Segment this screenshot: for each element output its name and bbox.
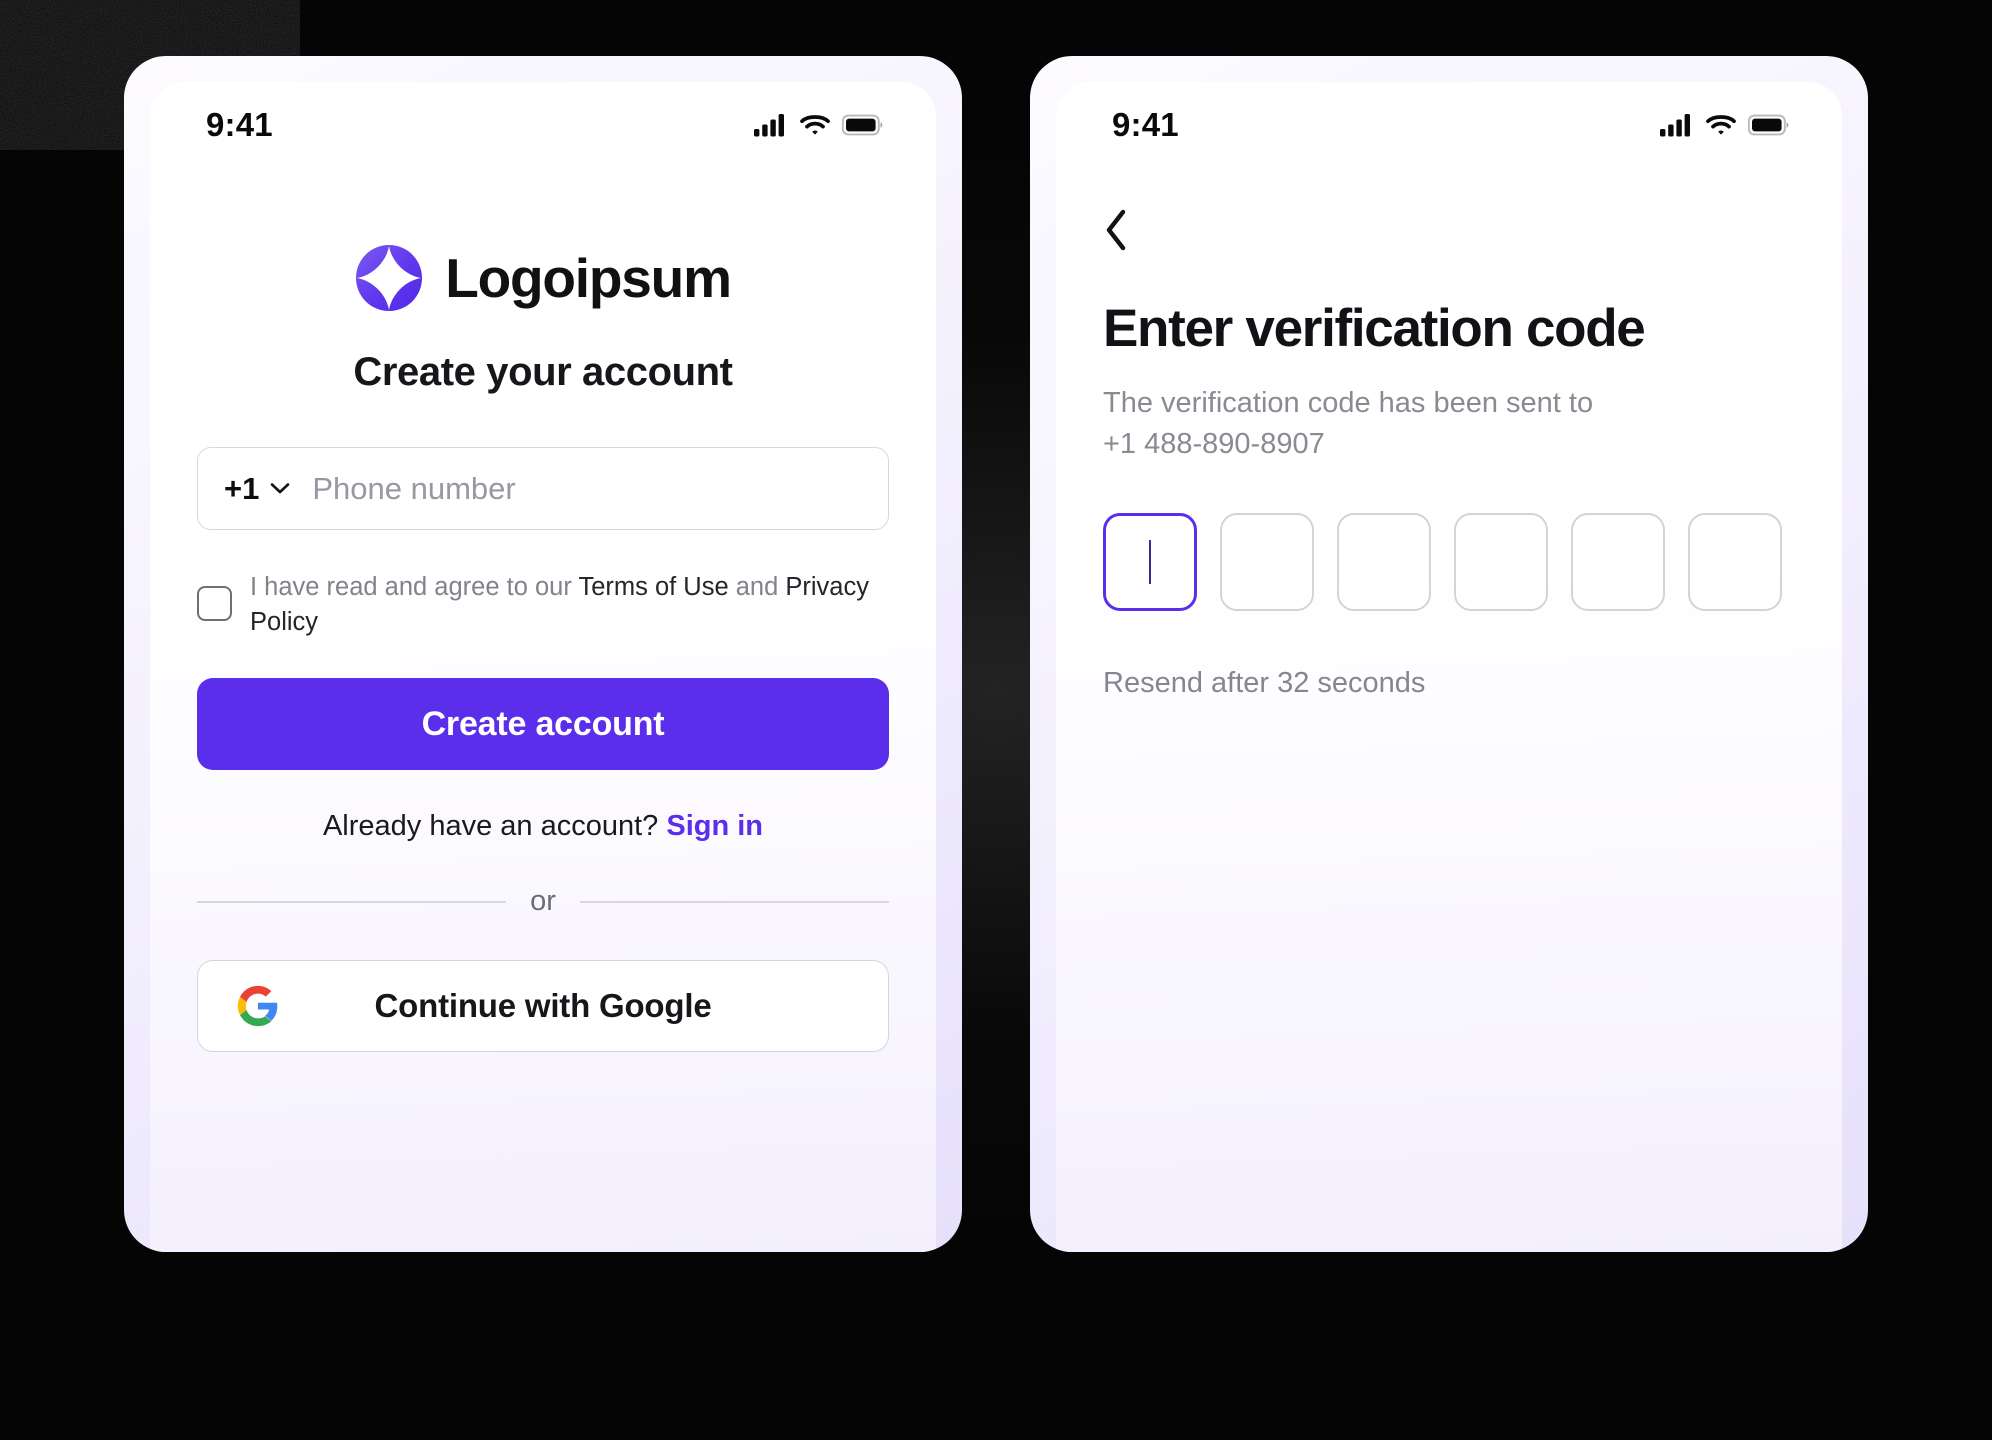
or-divider: or xyxy=(197,885,890,918)
verification-content: Enter verification code The verification… xyxy=(1056,204,1842,700)
cellular-signal-icon xyxy=(1660,114,1690,137)
signup-content: Logoipsum Create your account +1 Phone n… xyxy=(150,244,936,1053)
terms-agreement-row: I have read and agree to our Terms of Us… xyxy=(197,566,889,640)
subtitle-line-1: The verification code has been sent to xyxy=(1103,387,1594,419)
status-bar-verification: 9:41 xyxy=(1056,82,1842,168)
brand-name: Logoipsum xyxy=(445,247,732,309)
google-button-label: Continue with Google xyxy=(374,987,712,1025)
terms-checkbox[interactable] xyxy=(197,586,232,621)
continue-with-google-button[interactable]: Continue with Google xyxy=(197,960,889,1053)
phone-mockup-stage: 9:41 Logoipsum Create your account +1 Ph… xyxy=(0,0,1992,1440)
divider-rule-right xyxy=(579,901,890,903)
wifi-icon xyxy=(800,115,830,135)
signin-prompt-row: Already have an account? Sign in xyxy=(197,810,889,843)
otp-input-row xyxy=(1103,513,1795,612)
page-title: Create your account xyxy=(353,350,733,394)
phone-number-field[interactable]: +1 xyxy=(197,447,889,530)
phone-card-signup: 9:41 Logoipsum Create your account +1 Ph… xyxy=(124,56,962,1252)
otp-cell[interactable] xyxy=(1337,513,1431,612)
verification-subtitle: The verification code has been sent to +… xyxy=(1103,383,1795,465)
phone-card-verification: 9:41 Enter verification code The verific… xyxy=(1030,56,1868,1252)
create-account-button[interactable]: Create account xyxy=(197,678,889,771)
status-bar-signup: 9:41 xyxy=(150,82,936,168)
terms-text: I have read and agree to our Terms of Us… xyxy=(250,566,889,640)
wifi-icon xyxy=(1706,115,1736,135)
country-code-select[interactable]: +1 xyxy=(224,471,290,507)
sign-in-link[interactable]: Sign in xyxy=(666,810,763,842)
divider-rule-left xyxy=(197,901,507,903)
terms-prefix: I have read and agree to our xyxy=(250,573,579,601)
back-button[interactable] xyxy=(1103,204,1155,256)
subtitle-phone-number: +1 488-890-8907 xyxy=(1103,428,1325,461)
google-g-icon xyxy=(236,984,280,1028)
phone-number-input[interactable] xyxy=(312,470,862,507)
otp-cell[interactable] xyxy=(1220,513,1314,612)
screen-signup: 9:41 Logoipsum Create your account +1 Ph… xyxy=(150,82,936,1252)
otp-cell[interactable] xyxy=(1103,513,1197,612)
logoipsum-star-icon xyxy=(356,245,423,311)
resend-timer-text: Resend after 32 seconds xyxy=(1103,667,1426,700)
chevron-down-icon xyxy=(271,483,290,494)
page-title: Enter verification code xyxy=(1103,299,1646,358)
otp-cell[interactable] xyxy=(1454,513,1548,612)
status-icons xyxy=(1660,113,1790,137)
status-icons xyxy=(754,113,884,137)
country-code-value: +1 xyxy=(224,470,260,506)
status-time: 9:41 xyxy=(206,106,273,143)
cellular-signal-icon xyxy=(754,114,784,137)
brand-lockup: Logoipsum xyxy=(197,244,889,312)
chevron-left-icon xyxy=(1106,209,1126,251)
otp-cell[interactable] xyxy=(1571,513,1665,612)
battery-icon xyxy=(1748,114,1789,136)
terms-conjunction: and xyxy=(728,573,786,601)
text-caret xyxy=(1148,540,1152,585)
signin-prompt: Already have an account? xyxy=(322,810,659,843)
status-time: 9:41 xyxy=(1112,106,1179,143)
otp-cell[interactable] xyxy=(1688,513,1782,612)
divider-label: or xyxy=(530,885,556,918)
battery-icon xyxy=(842,114,883,136)
terms-of-use-link[interactable]: Terms of Use xyxy=(578,573,728,601)
screen-verification: 9:41 Enter verification code The verific… xyxy=(1056,82,1842,1252)
